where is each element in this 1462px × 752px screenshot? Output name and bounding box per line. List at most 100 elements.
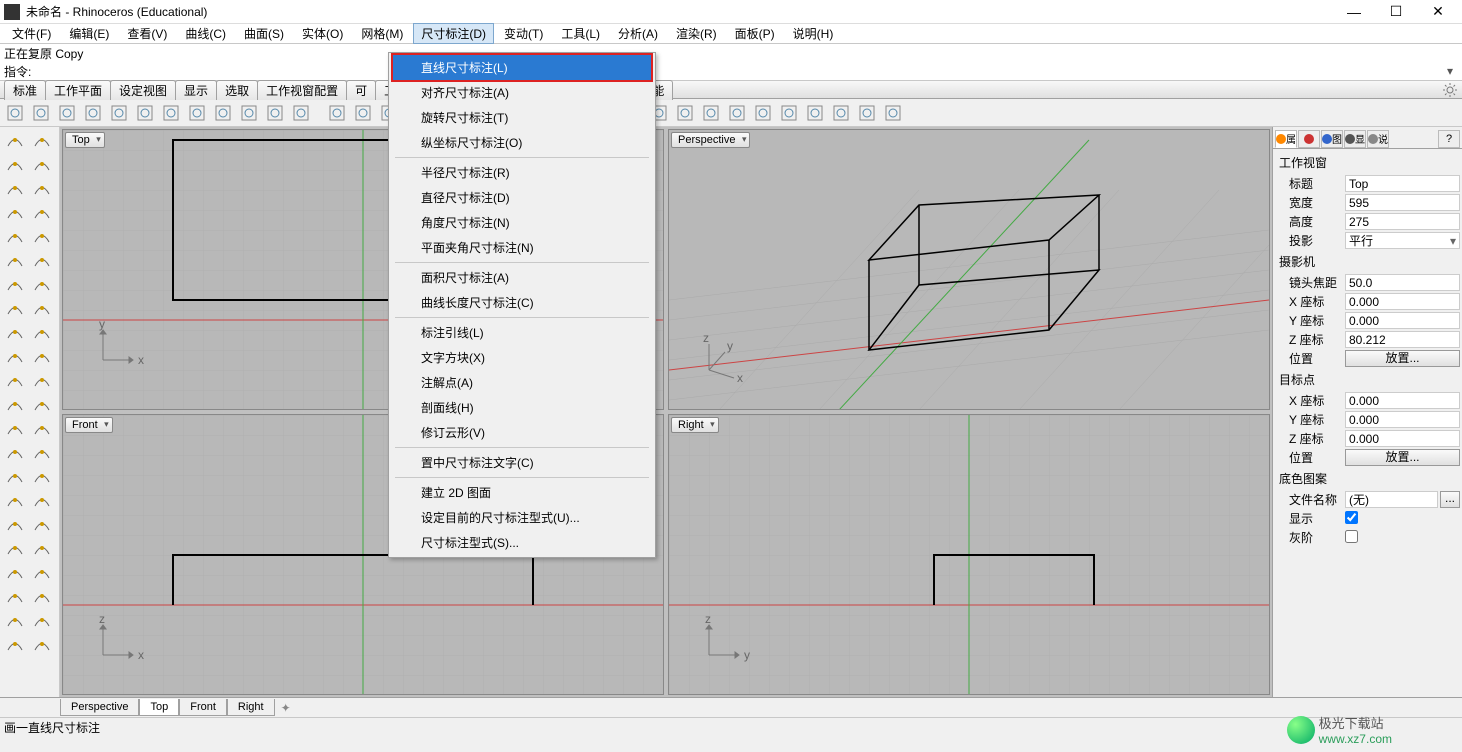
side-tool-button[interactable] <box>29 297 54 319</box>
dropdown-item[interactable]: 半径尺寸标注(R) <box>391 160 653 185</box>
side-tool-button[interactable] <box>29 129 54 151</box>
add-viewport-tab-icon[interactable]: ✦ <box>275 699 297 717</box>
toolbar-button[interactable] <box>752 102 774 124</box>
viewport-perspective[interactable]: Perspective xyz <box>668 129 1270 410</box>
side-tool-button[interactable] <box>2 417 27 439</box>
side-tool-button[interactable] <box>29 369 54 391</box>
side-tool-button[interactable] <box>2 561 27 583</box>
menu-13[interactable]: 说明(H) <box>785 23 842 44</box>
property-value[interactable]: 平行▾ <box>1345 232 1460 249</box>
side-tool-button[interactable] <box>2 297 27 319</box>
side-tool-button[interactable] <box>29 249 54 271</box>
maximize-button[interactable]: ☐ <box>1376 2 1416 22</box>
menu-6[interactable]: 网格(M) <box>353 23 411 44</box>
dropdown-item[interactable]: 修订云形(V) <box>391 420 653 445</box>
dropdown-item[interactable]: 直径尺寸标注(D) <box>391 185 653 210</box>
toolbar-button[interactable] <box>700 102 722 124</box>
toolbar-button[interactable] <box>212 102 234 124</box>
property-browse-button[interactable]: ... <box>1440 491 1460 508</box>
side-tool-button[interactable] <box>29 585 54 607</box>
viewport-tab[interactable]: Perspective <box>60 699 139 716</box>
side-tool-button[interactable] <box>29 153 54 175</box>
side-tool-button[interactable] <box>2 609 27 631</box>
dropdown-item[interactable]: 面积尺寸标注(A) <box>391 265 653 290</box>
dropdown-item[interactable]: 剖面线(H) <box>391 395 653 420</box>
dropdown-item[interactable]: 设定目前的尺寸标注型式(U)... <box>391 505 653 530</box>
side-tool-button[interactable] <box>2 129 27 151</box>
shelf-tab[interactable]: 工作平面 <box>45 80 111 100</box>
side-tool-button[interactable] <box>2 465 27 487</box>
minimize-button[interactable]: — <box>1334 2 1374 22</box>
property-value[interactable]: 0.000 <box>1345 411 1460 428</box>
dropdown-item[interactable]: 曲线长度尺寸标注(C) <box>391 290 653 315</box>
toolbar-button[interactable] <box>134 102 156 124</box>
menu-0[interactable]: 文件(F) <box>4 23 59 44</box>
command-history-dropdown-icon[interactable]: ▾ <box>1442 64 1458 78</box>
side-tool-button[interactable] <box>29 489 54 511</box>
side-tool-button[interactable] <box>29 633 54 655</box>
properties-tab[interactable] <box>1298 130 1320 148</box>
toolbar-button[interactable] <box>108 102 130 124</box>
viewport-tab[interactable]: Right <box>227 699 275 716</box>
properties-tab[interactable]: 图 <box>1321 130 1343 148</box>
property-value[interactable]: 50.0 <box>1345 274 1460 291</box>
viewport-label-front[interactable]: Front <box>65 417 113 433</box>
side-tool-button[interactable] <box>2 513 27 535</box>
viewport-label-right[interactable]: Right <box>671 417 719 433</box>
side-tool-button[interactable] <box>2 369 27 391</box>
shelf-tab[interactable]: 显示 <box>175 80 217 100</box>
toolbar-button[interactable] <box>856 102 878 124</box>
menu-7[interactable]: 尺寸标注(D) <box>413 23 494 44</box>
property-value[interactable]: 0.000 <box>1345 430 1460 447</box>
toolbar-button[interactable] <box>882 102 904 124</box>
menu-8[interactable]: 变动(T) <box>496 23 551 44</box>
properties-tab-help-icon[interactable]: ? <box>1438 130 1460 148</box>
side-tool-button[interactable] <box>29 441 54 463</box>
side-tool-button[interactable] <box>2 153 27 175</box>
side-tool-button[interactable] <box>29 609 54 631</box>
properties-tab[interactable]: 属 <box>1275 130 1297 148</box>
side-tool-button[interactable] <box>29 417 54 439</box>
toolbar-button[interactable] <box>830 102 852 124</box>
toolbar-button[interactable] <box>4 102 26 124</box>
menu-9[interactable]: 工具(L) <box>553 23 608 44</box>
menu-11[interactable]: 渲染(R) <box>668 23 725 44</box>
menu-3[interactable]: 曲线(C) <box>177 23 234 44</box>
toolbar-button[interactable] <box>674 102 696 124</box>
dropdown-item[interactable]: 纵坐标尺寸标注(O) <box>391 130 653 155</box>
side-tool-button[interactable] <box>2 249 27 271</box>
dropdown-item[interactable]: 文字方块(X) <box>391 345 653 370</box>
menu-1[interactable]: 编辑(E) <box>61 23 117 44</box>
side-tool-button[interactable] <box>29 321 54 343</box>
side-tool-button[interactable] <box>29 201 54 223</box>
toolbar-button[interactable] <box>186 102 208 124</box>
toolbar-button[interactable] <box>56 102 78 124</box>
menu-5[interactable]: 实体(O) <box>294 23 351 44</box>
shelf-tab[interactable]: 可 <box>346 80 376 100</box>
viewport-tab[interactable]: Front <box>179 699 227 716</box>
side-tool-button[interactable] <box>2 537 27 559</box>
shelf-settings-icon[interactable] <box>1442 82 1458 98</box>
side-tool-button[interactable] <box>29 177 54 199</box>
property-value[interactable]: (无) <box>1345 491 1438 508</box>
side-tool-button[interactable] <box>2 393 27 415</box>
side-tool-button[interactable] <box>2 201 27 223</box>
toolbar-button[interactable] <box>352 102 374 124</box>
property-button[interactable]: 放置... <box>1345 350 1460 367</box>
side-tool-button[interactable] <box>2 345 27 367</box>
dropdown-item[interactable]: 建立 2D 图面 <box>391 480 653 505</box>
dropdown-item[interactable]: 注解点(A) <box>391 370 653 395</box>
toolbar-button[interactable] <box>290 102 312 124</box>
side-tool-button[interactable] <box>29 537 54 559</box>
toolbar-button[interactable] <box>160 102 182 124</box>
side-tool-button[interactable] <box>2 585 27 607</box>
properties-tab[interactable]: 显 <box>1344 130 1366 148</box>
menu-10[interactable]: 分析(A) <box>610 23 666 44</box>
side-tool-button[interactable] <box>29 513 54 535</box>
shelf-tab[interactable]: 标准 <box>4 80 46 100</box>
dropdown-item[interactable]: 对齐尺寸标注(A) <box>391 80 653 105</box>
property-value[interactable]: 275 <box>1345 213 1460 230</box>
side-tool-button[interactable] <box>2 633 27 655</box>
side-tool-button[interactable] <box>2 273 27 295</box>
property-value[interactable]: 80.212 <box>1345 331 1460 348</box>
